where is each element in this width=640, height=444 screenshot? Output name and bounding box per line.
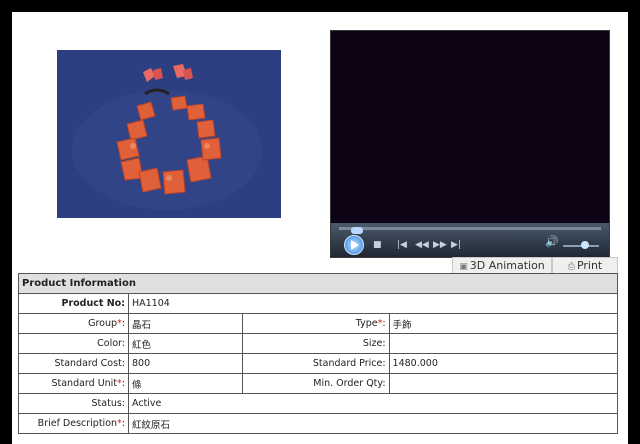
volume-icon[interactable]: 🔊 (545, 236, 559, 247)
fast-forward-icon[interactable]: ▶▶ (433, 240, 447, 250)
min-order-qty-value (388, 373, 619, 394)
type-value: 手飾 (388, 313, 619, 334)
brief-description-value: 紅紋原石 (128, 413, 618, 434)
standard-price-value: 1480.000 (388, 353, 619, 374)
standard-unit-value: 條 (128, 373, 243, 394)
group-label: Group*: (18, 313, 129, 334)
group-value: 晶石 (128, 313, 243, 334)
bracelet-image (57, 50, 281, 218)
product-photo (57, 50, 281, 218)
rewind-icon[interactable]: ◀◀ (415, 240, 429, 250)
min-order-qty-label: Min. Order Qty: (241, 373, 390, 394)
player-controls: ■ |◀ ◀◀ ▶▶ ▶| 🔊 (331, 223, 609, 257)
video-player[interactable]: ■ |◀ ◀◀ ▶▶ ▶| 🔊 (330, 30, 610, 258)
standard-unit-label: Standard Unit*: (18, 373, 129, 394)
volume-knob[interactable] (581, 241, 589, 249)
printer-icon: ⎙ (567, 262, 575, 272)
seek-handle[interactable] (351, 227, 363, 234)
stop-icon[interactable]: ■ (373, 240, 382, 250)
section-title: Product Information (18, 273, 618, 294)
standard-price-label: Standard Price: (241, 353, 390, 374)
status-label: Status: (18, 393, 129, 414)
product-no-label: Product No: (18, 293, 129, 314)
next-icon[interactable]: ▶| (451, 240, 461, 250)
cube-icon: ▣ (459, 262, 468, 272)
product-no-value: HA1104 (128, 293, 618, 314)
standard-cost-value: 800 (128, 353, 243, 374)
product-info-table: Product Information Product No: HA1104 G… (18, 273, 619, 434)
size-label: Size: (241, 333, 390, 354)
color-label: Color: (18, 333, 129, 354)
previous-icon[interactable]: |◀ (397, 240, 407, 250)
standard-cost-label: Standard Cost: (18, 353, 129, 374)
page: ■ |◀ ◀◀ ▶▶ ▶| 🔊 ▣ 3D Animation ⎙ Print Pro… (12, 12, 628, 444)
size-value (388, 333, 619, 354)
play-icon[interactable] (344, 235, 364, 255)
seek-bar[interactable] (339, 227, 601, 234)
type-label: Type*: (241, 313, 390, 334)
status-value: Active (128, 393, 618, 414)
color-value: 紅色 (128, 333, 243, 354)
media-tabs: ▣ 3D Animation ⎙ Print (452, 257, 618, 275)
brief-description-label: Brief Description*: (18, 413, 129, 434)
